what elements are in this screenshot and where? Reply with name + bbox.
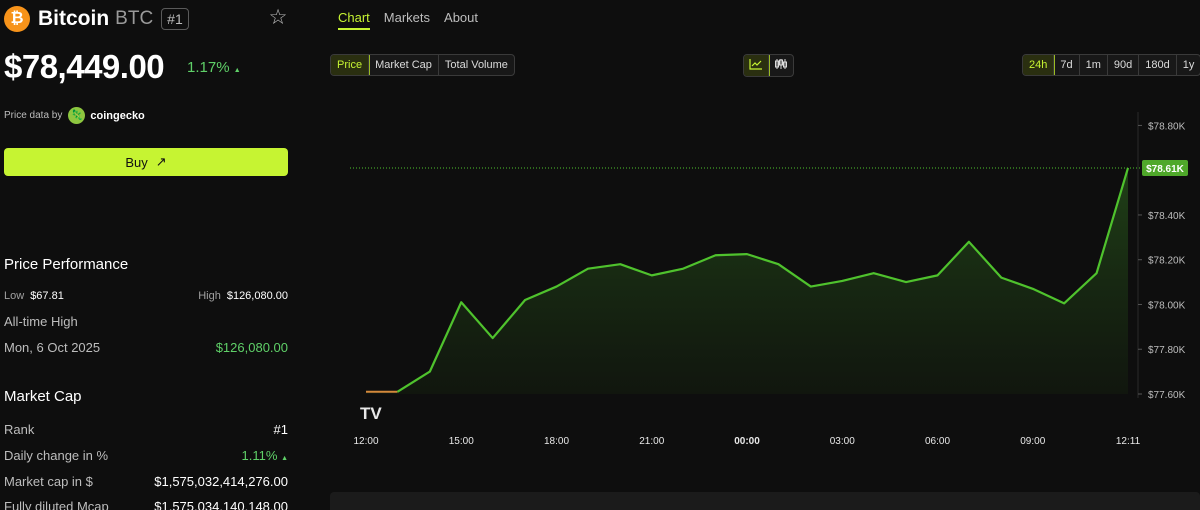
bitcoin-logo-icon: ₿: [4, 6, 30, 32]
x-tick-label: 18:00: [544, 436, 569, 447]
bottom-panel: [330, 492, 1200, 510]
daily-change-value-wrap: 1.11% ▲: [242, 448, 288, 463]
price-data-attribution: Price data by 🦎 coingecko: [4, 107, 145, 124]
range-90d-button[interactable]: 90d: [1108, 55, 1140, 75]
price-data-label: Price data by: [4, 110, 63, 121]
y-tick-label: $77.80K: [1148, 345, 1186, 356]
market-cap-label: Market cap in $: [4, 474, 93, 489]
y-tick-label: $78.80K: [1148, 121, 1186, 132]
range-1y-button[interactable]: 1y: [1177, 55, 1200, 75]
price-chart[interactable]: $77.60K $77.80K $78.00K $78.20K $78.40K $78.8…: [310, 100, 1200, 490]
fdv-value: $1,575,034,140,148.00: [154, 499, 288, 510]
x-tick-label: 03:00: [830, 436, 855, 447]
ath-date: Mon, 6 Oct 2025: [4, 340, 101, 355]
x-tick-label: 12:11: [1116, 436, 1141, 447]
ath-title-row: All-time High: [4, 314, 288, 329]
price-change: 1.17% ▲: [187, 59, 241, 76]
market-cap-title: Market Cap: [4, 388, 82, 405]
ath-label: All-time High: [4, 314, 78, 329]
line-chart-icon[interactable]: [744, 55, 770, 76]
tab-about[interactable]: About: [444, 10, 478, 30]
x-tick-label: 21:00: [639, 436, 664, 447]
price-chart-svg[interactable]: $77.60K $77.80K $78.00K $78.20K $78.40K $78.8…: [310, 100, 1200, 490]
x-tick-label: 00:00: [734, 436, 760, 447]
rank-value: #1: [273, 422, 288, 437]
y-tick-label: $77.60K: [1148, 390, 1186, 401]
high-value: $126,080.00: [226, 290, 288, 302]
section-tabs: Chart Markets About: [338, 10, 478, 30]
high-stat: High $126,080.00: [198, 290, 288, 302]
y-axis: $77.60K $77.80K $78.00K $78.20K $78.40K $78.8…: [1138, 121, 1188, 401]
buy-label: Buy: [125, 154, 148, 170]
ath-value: $126,080.00: [215, 340, 288, 355]
coin-symbol: BTC: [115, 8, 154, 29]
star-icon[interactable]: ☆: [267, 7, 289, 29]
tradingview-watermark: TV: [360, 404, 382, 423]
high-label: High: [198, 290, 221, 302]
up-arrow-icon: ▲: [233, 67, 241, 74]
x-tick-label: 15:00: [449, 436, 474, 447]
y-tick-label: $78.40K: [1148, 211, 1186, 222]
range-1m-button[interactable]: 1m: [1080, 55, 1108, 75]
x-axis: 12:00 15:00 18:00 21:00 00:00 03:00 06:00 09:00…: [353, 436, 1140, 447]
range-7d-button[interactable]: 7d: [1054, 55, 1080, 75]
low-value: $67.81: [30, 290, 64, 302]
y-tick-label: $78.00K: [1148, 300, 1186, 311]
ath-row: Mon, 6 Oct 2025 $126,080.00: [4, 340, 288, 355]
candlestick-icon[interactable]: [769, 55, 793, 76]
metric-market-cap-button[interactable]: Market Cap: [369, 55, 439, 75]
metric-price-button[interactable]: Price: [330, 55, 371, 75]
daily-change-label: Daily change in %: [4, 448, 109, 463]
low-high-row: Low $67.81 High $126,080.00: [4, 290, 288, 302]
arrow-up-right-icon: ↗: [155, 154, 167, 169]
metric-total-volume-button[interactable]: Total Volume: [439, 55, 514, 75]
daily-change-row: Daily change in % 1.11% ▲: [4, 448, 288, 463]
fdv-label: Fully diluted Mcap: [4, 499, 109, 510]
coin-name: Bitcoin: [38, 7, 110, 30]
chart-panel: Chart Markets About Price Market Cap Tot…: [310, 0, 1200, 510]
buy-button[interactable]: Buy ↗: [4, 148, 288, 176]
current-price-label: $78.61K: [1146, 164, 1185, 175]
tab-chart[interactable]: Chart: [338, 10, 370, 30]
tradingview-logo-icon: TV: [360, 404, 382, 423]
metric-selector: Price Market Cap Total Volume: [330, 54, 515, 76]
x-tick-label: 12:00: [353, 436, 378, 447]
price-performance-title: Price Performance: [4, 256, 129, 273]
coingecko-logo-icon: 🦎: [68, 107, 86, 124]
x-tick-label: 06:00: [925, 436, 950, 447]
y-tick-label: $78.20K: [1148, 256, 1186, 267]
range-180d-button[interactable]: 180d: [1139, 55, 1177, 75]
up-arrow-icon: ▲: [281, 455, 288, 462]
market-cap-row: Market cap in $ $1,575,032,414,276.00: [4, 474, 288, 489]
coingecko-name[interactable]: coingecko: [90, 110, 144, 122]
daily-change-value: 1.11%: [241, 448, 278, 463]
tab-markets[interactable]: Markets: [384, 10, 430, 30]
chart-type-selector: [743, 54, 794, 77]
coin-header: ₿ Bitcoin BTC #1: [4, 6, 189, 32]
coin-info-panel: ₿ Bitcoin BTC #1 ☆ $78,449.00 1.17% ▲ Pr…: [0, 0, 300, 510]
rank-label: Rank: [4, 422, 35, 437]
time-range-selector: 24h 7d 1m 90d 180d 1y: [1022, 54, 1200, 76]
price-change-value: 1.17%: [187, 59, 230, 76]
low-label: Low: [4, 290, 25, 302]
coin-rank-badge: #1: [161, 8, 189, 30]
range-24h-button[interactable]: 24h: [1023, 55, 1056, 75]
market-cap-value: $1,575,032,414,276.00: [154, 474, 288, 489]
x-tick-label: 09:00: [1020, 436, 1045, 447]
fdv-row: Fully diluted Mcap $1,575,034,140,148.00: [4, 499, 288, 510]
low-stat: Low $67.81: [4, 290, 64, 302]
current-price: $78,449.00: [4, 48, 165, 85]
rank-row: Rank #1: [4, 422, 288, 437]
